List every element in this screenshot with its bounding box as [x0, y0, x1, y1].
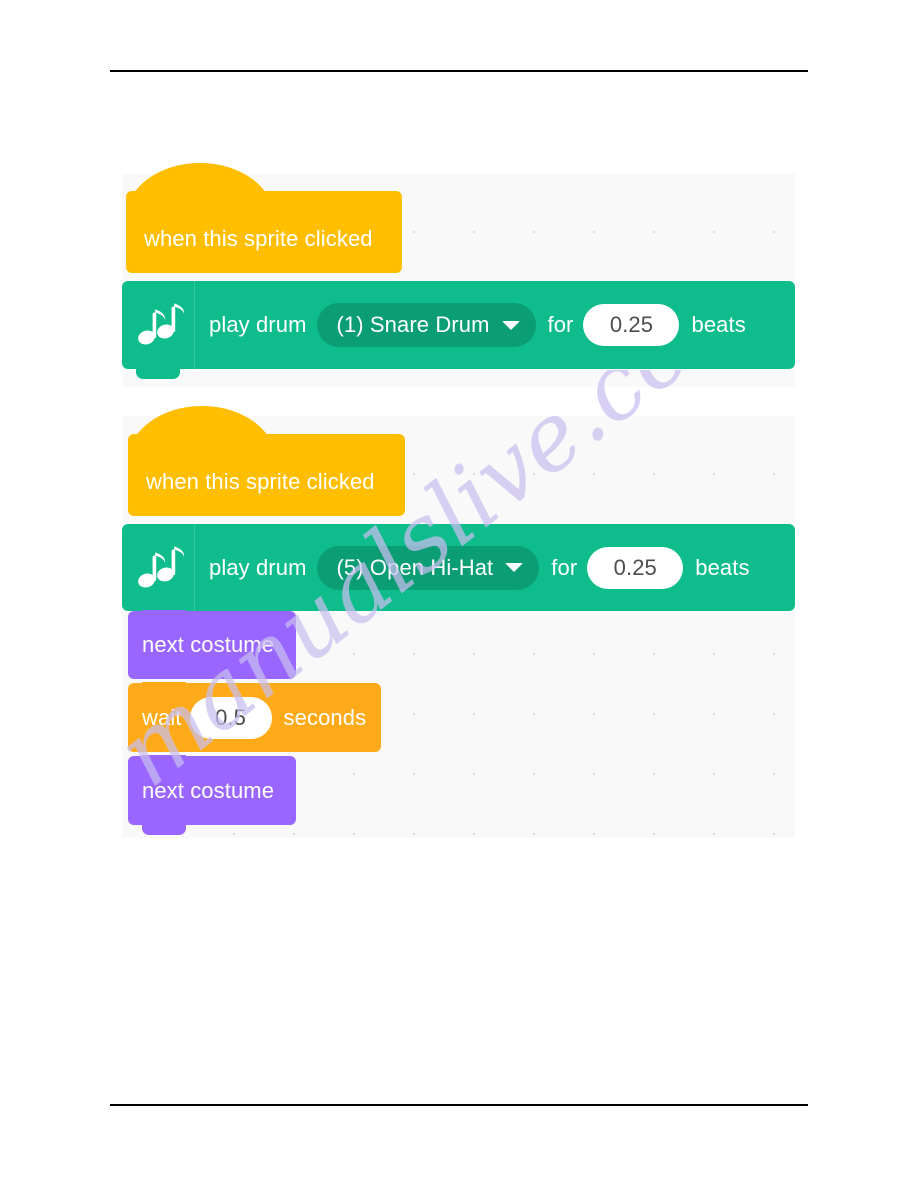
block-when-this-sprite-clicked-1[interactable]: when this sprite clicked: [126, 163, 402, 273]
drum-dropdown-2[interactable]: (5) Open Hi-Hat: [316, 545, 540, 590]
beats-input-1[interactable]: 0.25: [583, 304, 680, 346]
beats-input-2[interactable]: 0.25: [587, 546, 684, 589]
block-label-for: for: [551, 554, 578, 580]
chevron-down-icon: [505, 563, 524, 572]
block-label-seconds: seconds: [283, 704, 367, 730]
hat-dome-fill: [126, 191, 402, 211]
block-label-beats: beats: [691, 312, 746, 337]
hat-dome-fill: [128, 434, 405, 454]
music-notes-icon: [138, 545, 185, 587]
block-label: next costume: [142, 777, 275, 803]
beats-input-value: 0.25: [609, 312, 654, 337]
header-rule: [110, 70, 808, 72]
block-when-this-sprite-clicked-2[interactable]: when this sprite clicked: [128, 406, 405, 516]
block-divider: [194, 281, 195, 369]
wait-seconds-value: 0.5: [215, 704, 246, 730]
block-play-drum-1[interactable]: play drum (1) Snare Drum for 0.25 beats: [122, 281, 795, 379]
drum-dropdown-value: (5) Open Hi-Hat: [336, 554, 494, 580]
wait-seconds-input[interactable]: 0.5: [189, 696, 272, 739]
block-label: when this sprite clicked: [144, 226, 373, 251]
block-label-beats: beats: [695, 554, 750, 580]
block-next-costume-1[interactable]: next costume: [128, 610, 296, 679]
footer-rule: [110, 1104, 808, 1106]
block-label: when this sprite clicked: [146, 469, 375, 494]
block-label-wait: wait: [142, 704, 182, 730]
block-divider: [194, 524, 195, 611]
beats-input-value: 0.25: [613, 554, 657, 580]
drum-dropdown-1[interactable]: (1) Snare Drum: [316, 303, 536, 347]
block-label-play-drum: play drum: [209, 312, 307, 337]
block-label: next costume: [142, 632, 275, 657]
block-label-for: for: [547, 312, 574, 337]
music-notes-icon: [138, 303, 185, 345]
block-label-play-drum: play drum: [209, 554, 307, 580]
drum-dropdown-value: (1) Snare Drum: [336, 312, 490, 337]
block-next-costume-2[interactable]: next costume: [128, 755, 296, 835]
block-wait-seconds[interactable]: wait 0.5 seconds: [128, 682, 381, 752]
block-play-drum-2[interactable]: play drum (5) Open Hi-Hat for 0.25 beats: [122, 524, 795, 611]
chevron-down-icon: [501, 320, 520, 330]
